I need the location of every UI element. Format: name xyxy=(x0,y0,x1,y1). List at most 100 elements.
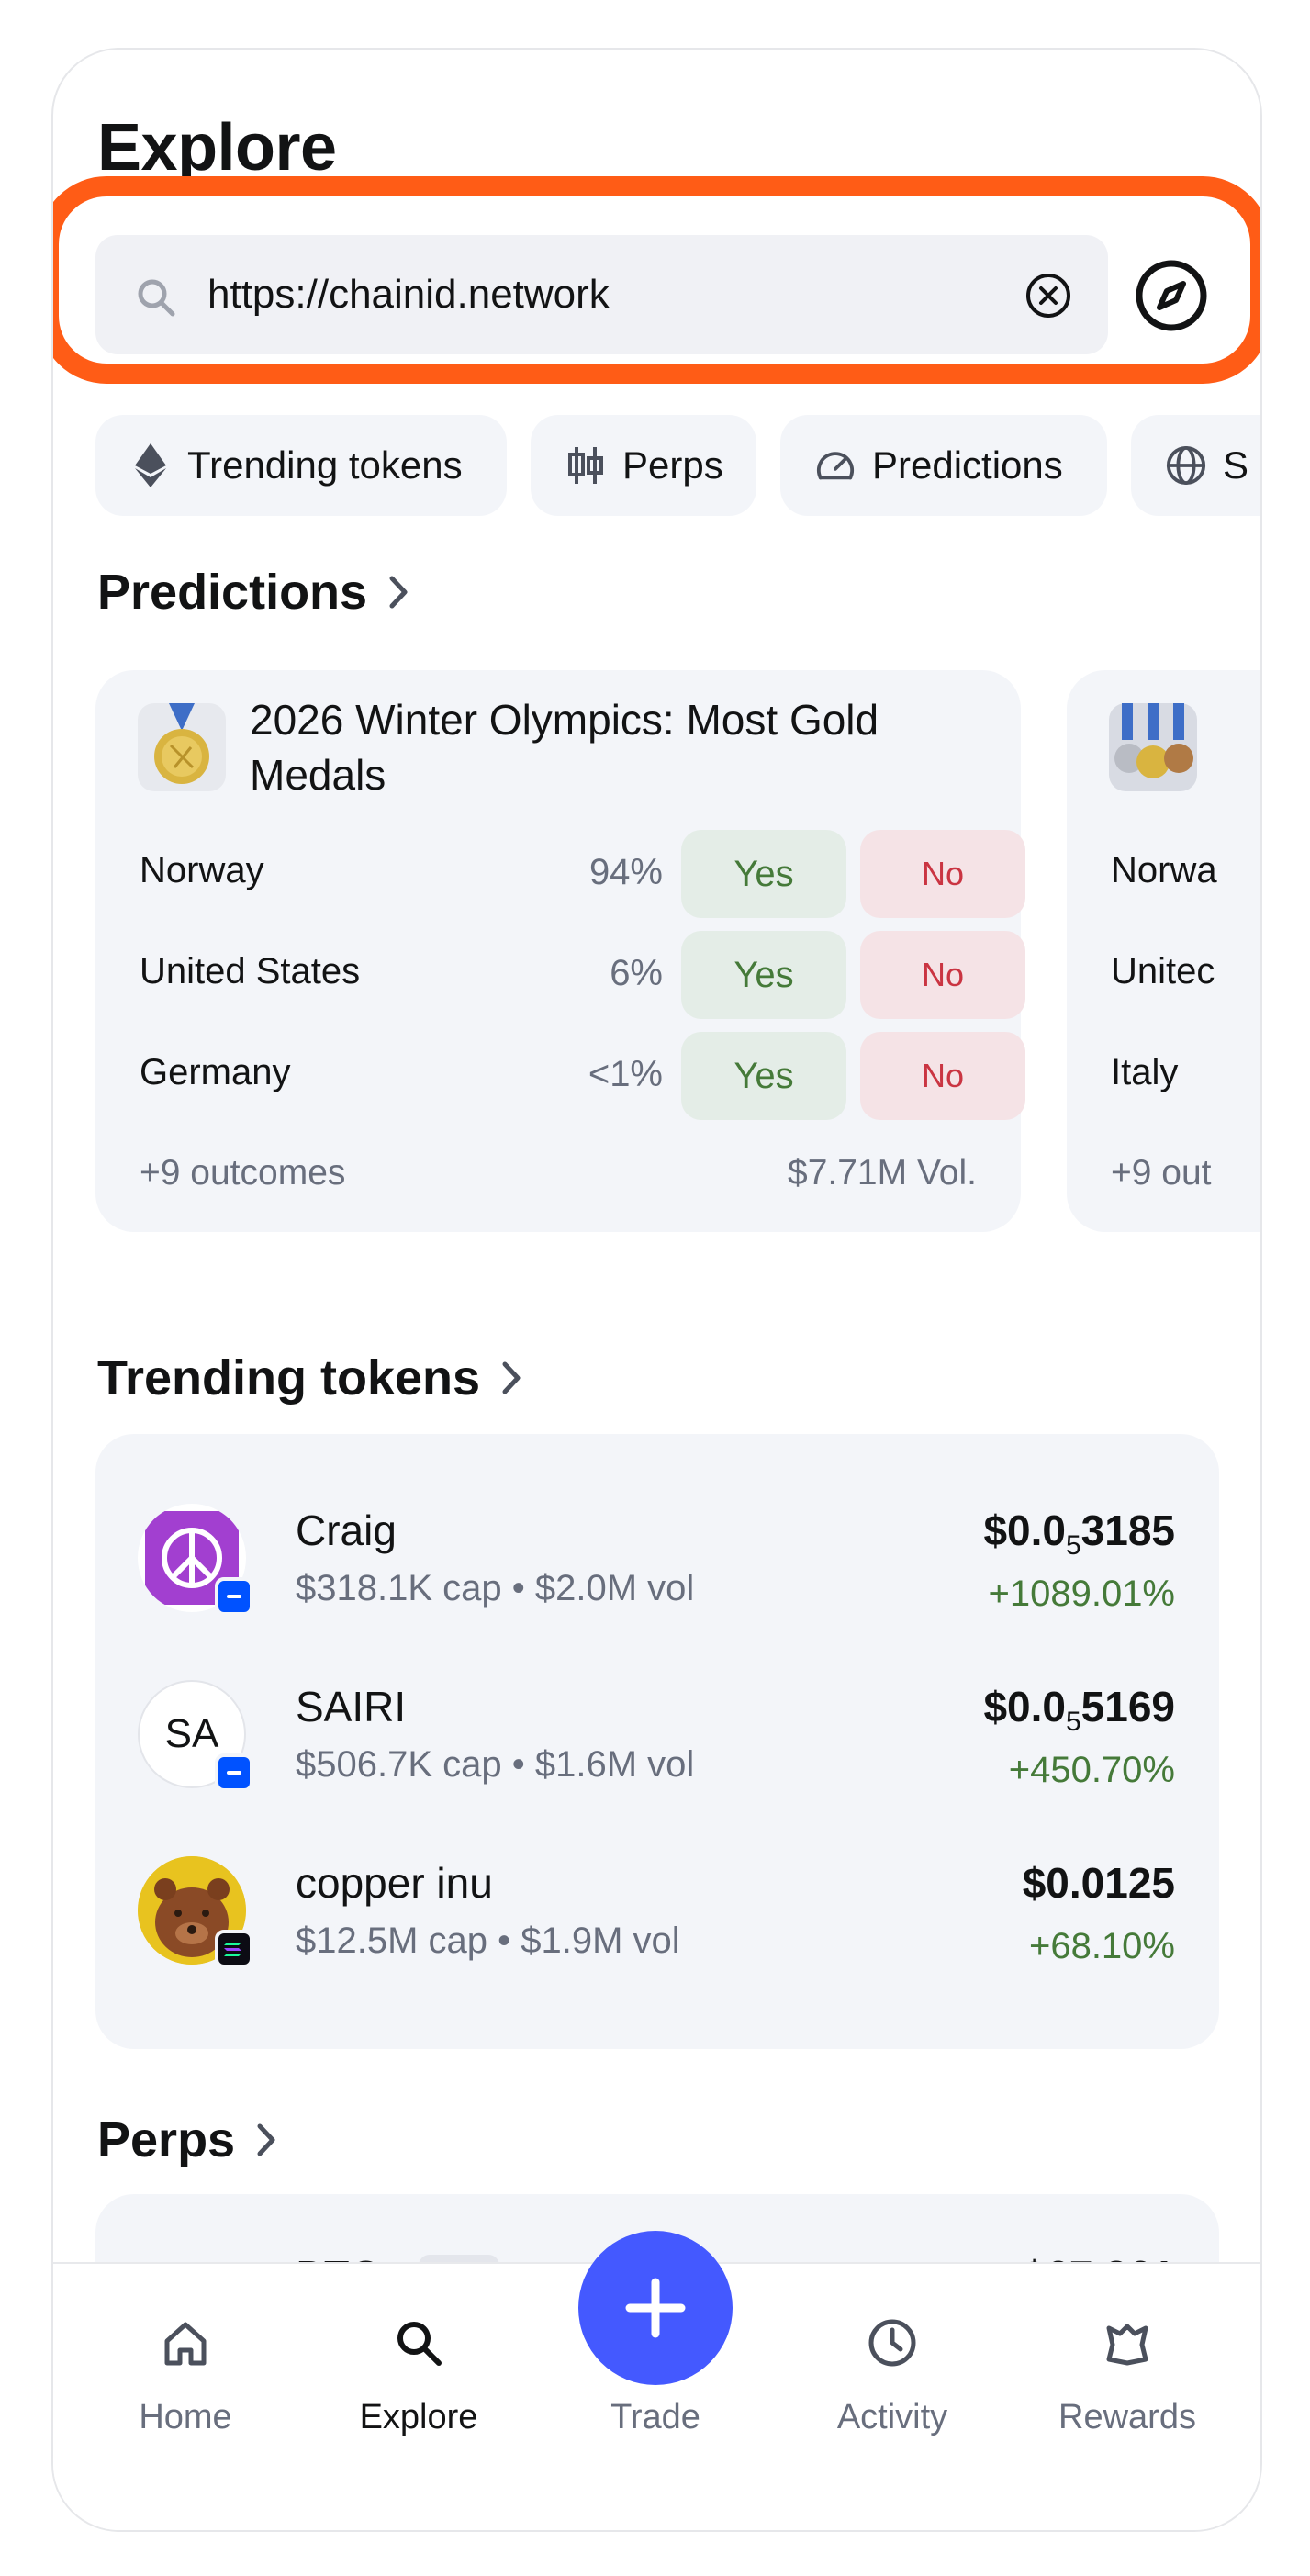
outcome-row: Germany <1% Yes No xyxy=(140,1032,1030,1124)
predictions-heading: Predictions xyxy=(97,565,368,620)
chip-trending-tokens[interactable]: Trending tokens xyxy=(95,415,507,516)
prediction-title: 2026 Winter Olympics: Most Gold Medals xyxy=(250,696,879,799)
tab-trade[interactable]: Trade xyxy=(545,2231,766,2447)
tab-label: Trade xyxy=(610,2398,700,2436)
perp-price: $67,261 xyxy=(1023,2251,1175,2262)
outcome-row: Norwa xyxy=(1111,830,1260,922)
volume-label: $7.71M Vol. xyxy=(788,1153,977,1193)
globe-icon xyxy=(1166,445,1206,486)
tab-label: Home xyxy=(139,2398,232,2436)
outcome-name: Norway xyxy=(140,850,264,890)
chip-label: Trending tokens xyxy=(187,443,463,487)
token-change: +68.10% xyxy=(1028,1926,1175,1966)
outcome-row: Norway 94% Yes No xyxy=(140,830,1030,922)
gold-medal-image xyxy=(138,703,226,791)
outcome-row: Italy xyxy=(1111,1032,1260,1124)
rewards-icon xyxy=(1106,2324,1148,2366)
token-name: SAIRI xyxy=(296,1683,407,1730)
outcome-name: Norwa xyxy=(1111,850,1217,890)
tab-label: Rewards xyxy=(1058,2398,1196,2436)
base-chain-icon xyxy=(215,1577,253,1616)
chip-perps[interactable]: Perps xyxy=(531,415,756,516)
token-row[interactable]: Craig $318.1K cap • $2.0M vol $0.053185 … xyxy=(95,1504,1219,1651)
outcome-row: Unitec xyxy=(1111,931,1260,1023)
token-row[interactable]: copper inu $12.5M cap • $1.9M vol $0.012… xyxy=(95,1856,1219,2003)
bottom-nav: Home Explore Trade Activity Rewards xyxy=(53,2231,1260,2530)
chip-label: S xyxy=(1223,443,1249,487)
yes-button[interactable]: Yes xyxy=(681,830,846,918)
chip-sites[interactable]: S xyxy=(1131,415,1260,516)
solana-chain-icon xyxy=(215,1930,253,1968)
tab-label: Activity xyxy=(836,2398,948,2436)
perps-heading: Perps xyxy=(97,2112,236,2167)
more-outcomes: +9 out xyxy=(1111,1153,1212,1193)
outcome-percent: 6% xyxy=(610,953,663,993)
token-change: +1089.01% xyxy=(988,1574,1175,1614)
leverage-badge: 40x xyxy=(419,2255,499,2262)
token-name: copper inu xyxy=(296,1859,493,1907)
perps-header[interactable]: Perps xyxy=(97,2111,277,2168)
chip-label: Predictions xyxy=(872,443,1063,487)
phone-frame: Explore https://chainid.network Trending… xyxy=(51,48,1262,2532)
home-icon xyxy=(164,2322,207,2366)
tab-activity[interactable]: Activity xyxy=(782,2264,1002,2447)
chevron-right-icon xyxy=(389,576,408,609)
more-outcomes: +9 outcomes xyxy=(140,1153,346,1193)
category-chips: Trending tokens Perps Predictions S xyxy=(95,415,1260,516)
trending-tokens-card: Craig $318.1K cap • $2.0M vol $0.053185 … xyxy=(95,1434,1219,2049)
no-button[interactable]: No xyxy=(860,830,1025,918)
token-stats: $12.5M cap • $1.9M vol xyxy=(296,1921,680,1961)
no-button[interactable]: No xyxy=(860,931,1025,1019)
trade-fab[interactable] xyxy=(578,2231,733,2385)
chip-predictions[interactable]: Predictions xyxy=(780,415,1107,516)
token-stats: $506.7K cap • $1.6M vol xyxy=(296,1744,695,1785)
yes-button[interactable]: Yes xyxy=(681,931,846,1019)
gauge-icon xyxy=(815,445,856,486)
token-price: $0.055169 xyxy=(983,1682,1175,1738)
outcome-name: Italy xyxy=(1111,1052,1179,1092)
token-change: +450.70% xyxy=(1008,1750,1175,1790)
outcome-percent: <1% xyxy=(588,1054,663,1094)
token-price: $0.0125 xyxy=(1023,1858,1175,1914)
scroll-content[interactable]: Explore https://chainid.network Trending… xyxy=(53,50,1260,2262)
tab-home[interactable]: Home xyxy=(75,2264,296,2447)
price-main: $0.0 xyxy=(983,1683,1066,1730)
trending-heading: Trending tokens xyxy=(97,1350,481,1406)
price-zero-count: 5 xyxy=(1065,1530,1081,1562)
outcome-percent: 94% xyxy=(588,852,663,892)
chip-label: Perps xyxy=(622,443,723,487)
price-main: $0.0 xyxy=(983,1506,1066,1554)
prediction-card[interactable]: 2026 Winter Olympics: Most Gold Medals N… xyxy=(95,670,1025,1232)
plus-icon xyxy=(625,2278,686,2338)
search-highlight-outline xyxy=(53,176,1260,384)
price-rest: 3185 xyxy=(1080,1506,1175,1554)
perp-symbol: BTC xyxy=(296,2251,380,2262)
predictions-header[interactable]: Predictions xyxy=(97,564,409,621)
base-chain-icon xyxy=(215,1753,253,1792)
ethereum-icon xyxy=(130,443,171,487)
trending-header[interactable]: Trending tokens xyxy=(97,1350,522,1406)
chevron-right-icon xyxy=(502,1361,521,1394)
price-main: $0.0125 xyxy=(1022,1859,1175,1907)
price-rest: 5169 xyxy=(1080,1683,1175,1730)
token-row[interactable]: SA SAIRI $506.7K cap • $1.6M vol $0.0551… xyxy=(95,1680,1219,1827)
page-title: Explore xyxy=(97,111,337,185)
token-price: $0.053185 xyxy=(983,1506,1175,1562)
candlestick-icon xyxy=(565,445,606,486)
search-icon xyxy=(397,2322,442,2366)
prediction-card[interactable]: Norwa Unitec Italy +9 out xyxy=(1067,670,1260,1232)
outcome-name: Germany xyxy=(140,1052,291,1092)
token-name: Craig xyxy=(296,1506,397,1554)
chevron-right-icon xyxy=(257,2123,275,2156)
tab-explore[interactable]: Explore xyxy=(308,2264,529,2447)
outcome-name: United States xyxy=(140,951,361,991)
clock-icon xyxy=(868,2319,916,2367)
token-stats: $318.1K cap • $2.0M vol xyxy=(296,1568,695,1608)
price-zero-count: 5 xyxy=(1065,1707,1081,1738)
tab-rewards[interactable]: Rewards xyxy=(1017,2264,1237,2447)
outcome-name: Unitec xyxy=(1111,951,1215,991)
no-button[interactable]: No xyxy=(860,1032,1025,1120)
tab-label: Explore xyxy=(359,2398,478,2436)
yes-button[interactable]: Yes xyxy=(681,1032,846,1120)
medals-image xyxy=(1109,703,1197,791)
